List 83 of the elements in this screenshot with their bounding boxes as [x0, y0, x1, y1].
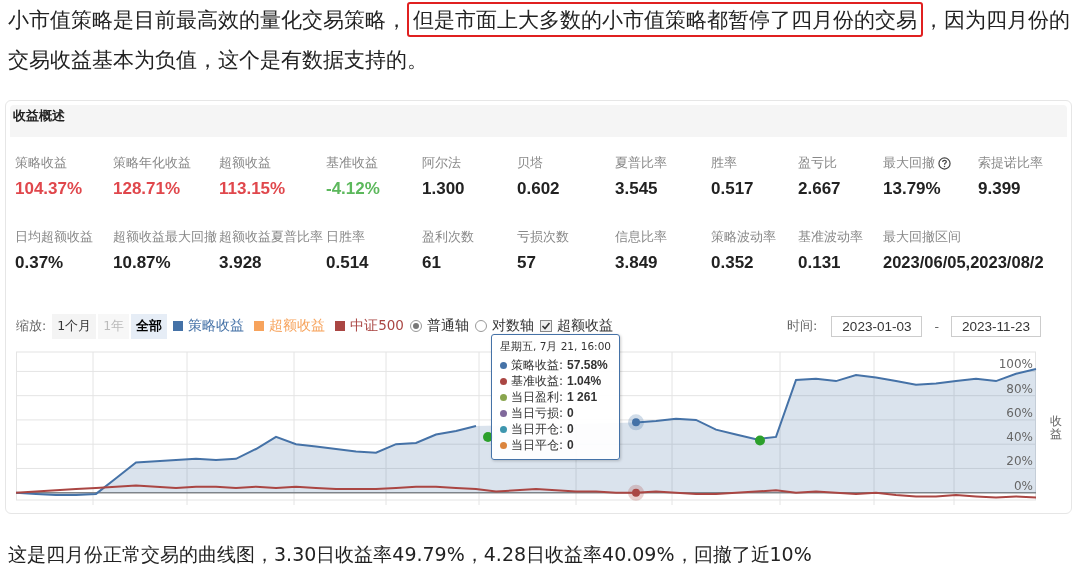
tooltip-value: 1.04% [567, 373, 602, 389]
range-button[interactable]: 全部 [131, 313, 168, 339]
radio-label: 对数轴 [491, 317, 534, 335]
stat-label: 日均超额收益 [15, 229, 93, 246]
tooltip-title: 星期五, 7月 21, 16:00 [500, 340, 611, 354]
stat-label: 盈利次数 [422, 229, 474, 246]
stat-label: 超额收益最大回撤 [113, 229, 217, 246]
date-separator: - [934, 318, 939, 334]
hover-point [628, 414, 644, 431]
tooltip-label: 当日盈利: [511, 389, 564, 405]
stat-label: 索提诺比率 [978, 155, 1043, 172]
axis-tick-label: 40% [1006, 430, 1033, 445]
tooltip-label: 策略收益: [511, 357, 564, 373]
stat-value: 0.602 [517, 179, 561, 199]
axis-tick-label: 60% [1006, 405, 1033, 420]
tooltip-value: 1 261 [567, 389, 598, 405]
stat-label: 策略波动率 [711, 229, 776, 246]
axis-tick-label: 100% [998, 357, 1033, 372]
stat-label: 基准收益 [326, 155, 378, 172]
tooltip-label: 当日开仓: [511, 421, 564, 437]
tooltip-value: 0 [567, 437, 574, 453]
stat-value: 3.928 [219, 253, 263, 273]
stat-value: 13.79% [883, 179, 942, 199]
end-date-field[interactable]: 2023-11-23 [950, 315, 1041, 337]
trade-marker [755, 435, 765, 446]
tooltip-label: 当日亏损: [511, 405, 564, 421]
stat-label: 阿尔法 [422, 155, 461, 172]
radio-button[interactable] [409, 320, 422, 332]
stat-label: 最大回撤 [883, 155, 935, 172]
stat-value: 2.667 [798, 179, 842, 199]
stat-value: 2023/06/05,2023/08/2 [883, 253, 1045, 272]
stat-label: 基准波动率 [798, 229, 863, 246]
stat-value: 9.399 [978, 179, 1022, 199]
start-date-field[interactable]: 2023-01-03 [831, 315, 923, 337]
checkbox-label: 超额收益 [556, 317, 613, 335]
tooltip-value: 0 [567, 405, 574, 421]
axis-title: 收益 [1050, 415, 1062, 442]
time-label: 时间: [786, 317, 818, 335]
stat-value: 3.849 [615, 253, 659, 273]
stat-value: 0.514 [326, 253, 370, 273]
stat-label: 夏普比率 [615, 155, 667, 172]
stat-value: 128.71% [113, 179, 182, 199]
stat-label: 超额收益 [219, 155, 271, 172]
checkbox[interactable] [539, 320, 552, 332]
radio-label: 普通轴 [426, 317, 469, 335]
axis-tick-label: 20% [1006, 454, 1033, 469]
stat-value: 0.37% [15, 253, 65, 273]
stat-label: 胜率 [711, 155, 737, 172]
stat-value: 0.517 [711, 179, 755, 199]
stat-value: 3.545 [615, 179, 659, 199]
stat-label: 策略收益 [15, 155, 67, 172]
zoom-label: 缩放: [16, 317, 47, 335]
stat-label: 最大回撤区间 [883, 229, 961, 246]
tooltip-value: 0 [567, 421, 574, 437]
hover-point [628, 484, 644, 501]
axis-tick-label: 80% [1006, 381, 1033, 396]
stat-label: 贝塔 [517, 155, 543, 172]
stat-value: 10.87% [113, 253, 172, 273]
stat-value: 57 [517, 253, 537, 273]
stat-label: 亏损次数 [517, 229, 569, 246]
legend-item[interactable]: 策略收益 [188, 317, 245, 335]
tooltip-value: 57.58% [567, 357, 608, 373]
radio-button[interactable] [474, 320, 487, 332]
range-button[interactable]: 1个月 [52, 313, 97, 339]
stat-label: 盈亏比 [798, 155, 837, 172]
tooltip-label: 当日平仓: [511, 437, 564, 453]
intro-paragraph: 小市值策略是目前最高效的量化交易策略， 但是市面上大多数的小市值策略都暂停了四月份的交易 ，因为四月份的交易收益基本为负值，这个是有数据支持的。 [8, 0, 1072, 80]
section-title: 收益概述 [12, 107, 65, 125]
stat-label: 信息比率 [615, 229, 667, 246]
stat-label: 策略年化收益 [113, 155, 191, 172]
stat-value: -4.12% [326, 179, 381, 199]
axis-tick-label: 0% [1013, 478, 1033, 493]
caption-text: 这是四月份正常交易的曲线图，3.30日收益率49.79%，4.28日收益率40.09%，回撤了近10% [8, 542, 813, 567]
stat-label: 超额收益夏普比率 [219, 229, 323, 246]
stat-value: 113.15% [219, 179, 287, 199]
stat-value: 61 [422, 253, 442, 273]
legend-item[interactable]: 中证500 [350, 317, 404, 335]
stat-value: 104.37% [15, 179, 84, 199]
stat-value: 0.352 [711, 253, 755, 273]
stat-value: 1.300 [422, 179, 466, 199]
stat-value: 0.131 [798, 253, 842, 273]
tooltip-label: 基准收益: [511, 373, 564, 389]
stat-label: 日胜率 [326, 229, 365, 246]
